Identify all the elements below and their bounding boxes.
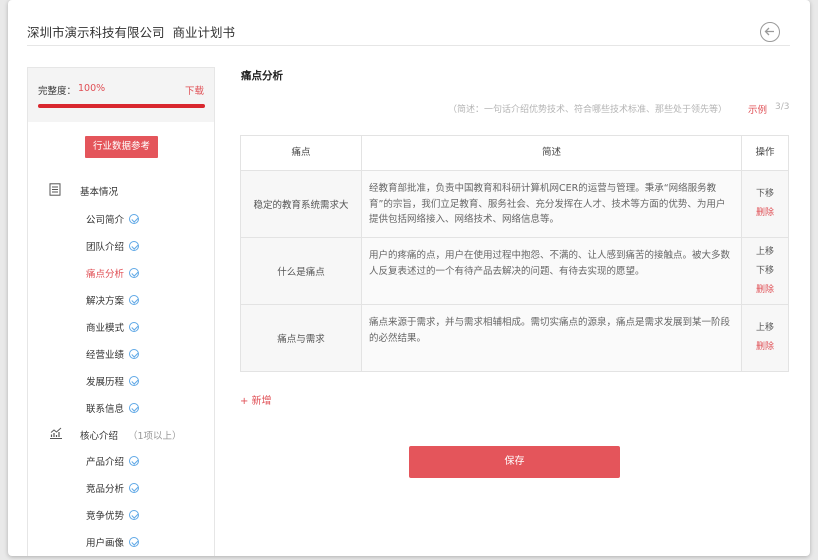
move-up-button[interactable]: 上移 bbox=[756, 243, 774, 262]
example-link[interactable]: 示例 bbox=[748, 102, 767, 116]
save-button[interactable]: 保存 bbox=[409, 446, 620, 478]
sidebar-item-contact[interactable]: 联系信息 bbox=[86, 401, 140, 415]
header: 深圳市演示科技有限公司 商业计划书 bbox=[8, 0, 810, 46]
progress-bar-fill bbox=[38, 104, 205, 108]
section-hint: （简述：一句话介绍优势技术、符合哪些技术标准、那些处于领先等） bbox=[448, 105, 728, 115]
header-divider bbox=[27, 45, 790, 46]
actions-cell: 下移 删除 bbox=[741, 171, 788, 237]
document-title: 商业计划书 bbox=[172, 25, 236, 40]
check-circle-icon bbox=[129, 456, 140, 466]
move-down-button[interactable]: 下移 bbox=[756, 185, 774, 204]
actions-cell: 上移 下移 删除 bbox=[741, 238, 788, 304]
move-down-button[interactable]: 下移 bbox=[756, 262, 774, 281]
sidebar-item-pain-points[interactable]: 痛点分析 bbox=[86, 266, 140, 280]
sidebar-item-team-intro[interactable]: 团队介绍 bbox=[86, 239, 140, 253]
sidebar-item-competitive-advantage[interactable]: 竞争优势 bbox=[86, 508, 140, 522]
table-row: 痛点与需求 痛点来源于需求，并与需求相辅相成。需切实痛点的源泉，痛点是需求发展到… bbox=[241, 304, 788, 371]
check-circle-icon bbox=[129, 214, 140, 224]
add-row-button[interactable]: + 新增 bbox=[240, 392, 272, 407]
back-button[interactable] bbox=[760, 22, 780, 42]
sidebar-item-performance[interactable]: 经营业绩 bbox=[86, 347, 140, 361]
table-row: 什么是痛点 用户的疼痛的点，用户在使用过程中抱怨、不满的、让人感到痛苦的接触点。… bbox=[241, 237, 788, 304]
column-header-description: 简述 bbox=[361, 136, 741, 170]
completeness-panel: 完整度： 100% 下载 bbox=[28, 68, 214, 122]
table-row: 稳定的教育系统需求大 经教育部批准，负责中国教育和科研计算机网CER的运营与管理… bbox=[241, 170, 788, 237]
check-circle-icon bbox=[129, 403, 140, 413]
check-circle-icon bbox=[129, 483, 140, 493]
download-link[interactable]: 下载 bbox=[185, 83, 204, 97]
pain-point-cell[interactable]: 稳定的教育系统需求大 bbox=[241, 171, 361, 237]
trend-chart-icon bbox=[50, 427, 62, 439]
pain-point-cell[interactable]: 痛点与需求 bbox=[241, 305, 361, 371]
nav-section-label: 核心介绍 （1项以上） bbox=[80, 431, 182, 442]
check-circle-icon bbox=[129, 376, 140, 386]
progress-value: 100% bbox=[78, 83, 106, 94]
section-title: 痛点分析 bbox=[241, 70, 283, 82]
sidebar-item-user-persona[interactable]: 用户画像 bbox=[86, 535, 140, 549]
check-circle-icon bbox=[129, 349, 140, 359]
move-up-button[interactable]: 上移 bbox=[756, 319, 774, 338]
table-header-row: 痛点 简述 操作 bbox=[241, 136, 788, 170]
pain-points-table: 痛点 简述 操作 稳定的教育系统需求大 经教育部批准，负责中国教育和科研计算机网… bbox=[240, 135, 789, 372]
check-circle-icon bbox=[129, 322, 140, 332]
check-circle-icon bbox=[129, 295, 140, 305]
delete-button[interactable]: 删除 bbox=[756, 338, 774, 357]
company-name: 深圳市演示科技有限公司 bbox=[27, 25, 165, 40]
nav-section-core[interactable]: 核心介绍 （1项以上） bbox=[28, 427, 214, 443]
sidebar-item-business-model[interactable]: 商业模式 bbox=[86, 320, 140, 334]
pain-point-cell[interactable]: 什么是痛点 bbox=[241, 238, 361, 304]
nav-section-label: 基本情况 bbox=[80, 187, 119, 198]
delete-button[interactable]: 删除 bbox=[756, 204, 774, 223]
nav-section-basic[interactable]: 基本情况 bbox=[28, 183, 214, 199]
page-title: 深圳市演示科技有限公司 商业计划书 bbox=[27, 22, 235, 41]
page-count: 3/3 bbox=[775, 102, 790, 112]
check-circle-icon bbox=[129, 268, 140, 278]
document-list-icon bbox=[49, 183, 61, 196]
description-cell[interactable]: 经教育部批准，负责中国教育和科研计算机网CER的运营与管理。秉承“网络服务教育”… bbox=[361, 171, 741, 237]
delete-button[interactable]: 删除 bbox=[756, 281, 774, 300]
sidebar-item-history[interactable]: 发展历程 bbox=[86, 374, 140, 388]
column-header-pain-point: 痛点 bbox=[291, 147, 311, 158]
column-header-actions: 操作 bbox=[741, 136, 788, 170]
sidebar: 完整度： 100% 下载 行业数据参考 基本情况 公司简介 团队介绍 痛点分析 … bbox=[27, 67, 215, 556]
check-circle-icon bbox=[129, 241, 140, 251]
check-circle-icon bbox=[129, 537, 140, 547]
actions-cell: 上移 删除 bbox=[741, 305, 788, 371]
description-cell[interactable]: 用户的疼痛的点，用户在使用过程中抱怨、不满的、让人感到痛苦的接触点。被大多数人反… bbox=[361, 238, 741, 304]
sidebar-item-company-intro[interactable]: 公司简介 bbox=[86, 212, 140, 226]
description-cell[interactable]: 痛点来源于需求，并与需求相辅相成。需切实痛点的源泉，痛点是需求发展到某一阶段的必… bbox=[361, 305, 741, 371]
progress-label: 完整度： bbox=[38, 86, 77, 97]
sidebar-item-solution[interactable]: 解决方案 bbox=[86, 293, 140, 307]
check-circle-icon bbox=[129, 510, 140, 520]
arrow-left-circle-icon bbox=[764, 27, 774, 36]
industry-data-button[interactable]: 行业数据参考 bbox=[85, 136, 158, 158]
sidebar-item-product-intro[interactable]: 产品介绍 bbox=[86, 454, 140, 468]
progress-bar bbox=[38, 104, 205, 108]
sidebar-item-competitor-analysis[interactable]: 竞品分析 bbox=[86, 481, 140, 495]
app-window: 深圳市演示科技有限公司 商业计划书 完整度： 100% 下载 行业数据参考 基本… bbox=[8, 0, 810, 556]
